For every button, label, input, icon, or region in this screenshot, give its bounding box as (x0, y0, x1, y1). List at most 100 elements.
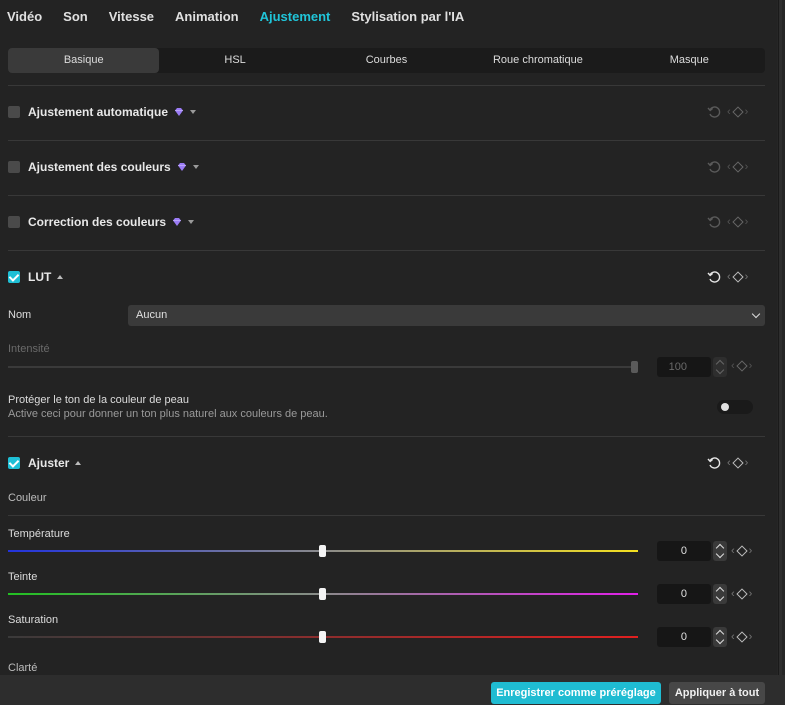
keyframe-nav: ‹ › (727, 161, 748, 173)
chevron-down-icon[interactable] (190, 110, 197, 114)
prev-keyframe-icon[interactable]: ‹ (731, 360, 735, 372)
temperature-slider-thumb[interactable] (319, 545, 326, 557)
prev-keyframe-icon[interactable]: ‹ (727, 216, 731, 228)
tint-slider-thumb[interactable] (319, 588, 326, 600)
lut-name-select[interactable]: Aucun (128, 305, 765, 326)
auto-adjust-label: Ajustement automatique (28, 105, 169, 119)
keyframe-diamond-icon[interactable] (736, 545, 748, 557)
footer-bar (0, 675, 785, 705)
subtab-basique[interactable]: Basique (8, 48, 160, 73)
temperature-input[interactable]: 0 (657, 541, 711, 561)
chevron-up-icon[interactable] (57, 275, 64, 279)
save-preset-button[interactable]: Enregistrer comme préréglage (491, 682, 661, 704)
lut-checkbox[interactable] (8, 271, 20, 283)
reset-icon[interactable] (707, 215, 721, 229)
color-correction-label: Correction des couleurs (28, 215, 167, 229)
intensity-slider-track[interactable] (8, 366, 635, 368)
divider (8, 85, 765, 86)
section-color-adjust: Ajustement des couleurs (8, 157, 765, 177)
next-keyframe-icon[interactable]: › (745, 216, 749, 228)
next-keyframe-icon[interactable]: › (749, 588, 753, 600)
prev-keyframe-icon[interactable]: ‹ (727, 457, 731, 469)
keyframe-diamond-icon[interactable] (736, 360, 748, 372)
scrollbar-thumb[interactable] (778, 0, 782, 675)
tint-keyframe: ‹ › (731, 588, 752, 600)
section-adjust: Ajuster (8, 453, 765, 473)
next-keyframe-icon[interactable]: › (745, 106, 749, 118)
color-adjust-checkbox[interactable] (8, 161, 20, 173)
reset-icon[interactable] (707, 105, 721, 119)
saturation-stepper[interactable] (713, 627, 727, 647)
saturation-keyframe: ‹ › (731, 631, 752, 643)
top-tab-bar: Vidéo Son Vitesse Animation Ajustement S… (0, 0, 785, 32)
lut-name-value: Aucun (136, 309, 168, 321)
subtab-courbes[interactable]: Courbes (311, 48, 462, 73)
prev-keyframe-icon[interactable]: ‹ (731, 545, 735, 557)
keyframe-diamond-icon[interactable] (732, 271, 744, 283)
lut-name-label: Nom (8, 309, 32, 321)
keyframe-nav: ‹ › (727, 216, 748, 228)
chevron-up-icon[interactable] (75, 461, 82, 465)
keyframe-diamond-icon[interactable] (732, 216, 744, 228)
tint-input[interactable]: 0 (657, 584, 711, 604)
next-keyframe-icon[interactable]: › (749, 631, 753, 643)
next-keyframe-icon[interactable]: › (745, 161, 749, 173)
tint-stepper[interactable] (713, 584, 727, 604)
temperature-label: Température (8, 528, 70, 540)
intensity-keyframe: ‹ › (731, 360, 752, 372)
temperature-stepper[interactable] (713, 541, 727, 561)
reset-icon[interactable] (707, 456, 721, 470)
prev-keyframe-icon[interactable]: ‹ (727, 271, 731, 283)
color-correction-checkbox[interactable] (8, 216, 20, 228)
subtab-masque[interactable]: Masque (614, 48, 765, 73)
subtab-bar: Basique HSL Courbes Roue chromatique Mas… (8, 48, 765, 73)
reset-icon[interactable] (707, 160, 721, 174)
toggle-knob (721, 403, 729, 411)
keyframe-diamond-icon[interactable] (732, 457, 744, 469)
reset-icon[interactable] (707, 270, 721, 284)
tab-video[interactable]: Vidéo (0, 9, 42, 24)
keyframe-diamond-icon[interactable] (736, 588, 748, 600)
color-adjust-label: Ajustement des couleurs (28, 160, 171, 174)
intensity-slider-thumb[interactable] (631, 361, 638, 373)
prev-keyframe-icon[interactable]: ‹ (731, 631, 735, 643)
prev-keyframe-icon[interactable]: ‹ (731, 588, 735, 600)
next-keyframe-icon[interactable]: › (749, 545, 753, 557)
section-color-correction: Correction des couleurs (8, 212, 765, 232)
next-keyframe-icon[interactable]: › (745, 457, 749, 469)
saturation-slider-thumb[interactable] (319, 631, 326, 643)
lut-controls: ‹ › (707, 270, 748, 284)
subtab-hsl[interactable]: HSL (159, 48, 310, 73)
keyframe-diamond-icon[interactable] (732, 161, 744, 173)
chevron-down-icon[interactable] (192, 165, 199, 169)
keyframe-diamond-icon[interactable] (736, 631, 748, 643)
chevron-down-icon[interactable] (188, 220, 195, 224)
tab-ajustement[interactable]: Ajustement (253, 9, 331, 24)
premium-gem-icon (177, 163, 186, 171)
next-keyframe-icon[interactable]: › (745, 271, 749, 283)
prev-keyframe-icon[interactable]: ‹ (727, 106, 731, 118)
tab-son[interactable]: Son (56, 9, 88, 24)
keyframe-nav: ‹ › (727, 457, 748, 469)
skin-tone-toggle[interactable] (717, 400, 753, 414)
section-auto-adjust: Ajustement automatique (8, 102, 765, 122)
prev-keyframe-icon[interactable]: ‹ (727, 161, 731, 173)
intensity-stepper[interactable] (713, 357, 727, 377)
saturation-input[interactable]: 0 (657, 627, 711, 647)
intensity-label: Intensité (8, 343, 50, 355)
divider (8, 140, 765, 141)
chevron-down-icon (751, 309, 761, 319)
tab-animation[interactable]: Animation (168, 9, 239, 24)
color-correction-controls: ‹ › (707, 215, 748, 229)
keyframe-diamond-icon[interactable] (732, 106, 744, 118)
tab-vitesse[interactable]: Vitesse (102, 9, 154, 24)
apply-all-button[interactable]: Appliquer à tout (669, 682, 765, 704)
next-keyframe-icon[interactable]: › (749, 360, 753, 372)
adjust-checkbox[interactable] (8, 457, 20, 469)
adjust-label: Ajuster (28, 456, 70, 470)
intensity-input[interactable]: 100 (657, 357, 711, 377)
keyframe-nav: ‹ › (731, 631, 752, 643)
tab-stylisation-ia[interactable]: Stylisation par l'IA (344, 9, 464, 24)
subtab-roue-chromatique[interactable]: Roue chromatique (462, 48, 613, 73)
auto-adjust-checkbox[interactable] (8, 106, 20, 118)
